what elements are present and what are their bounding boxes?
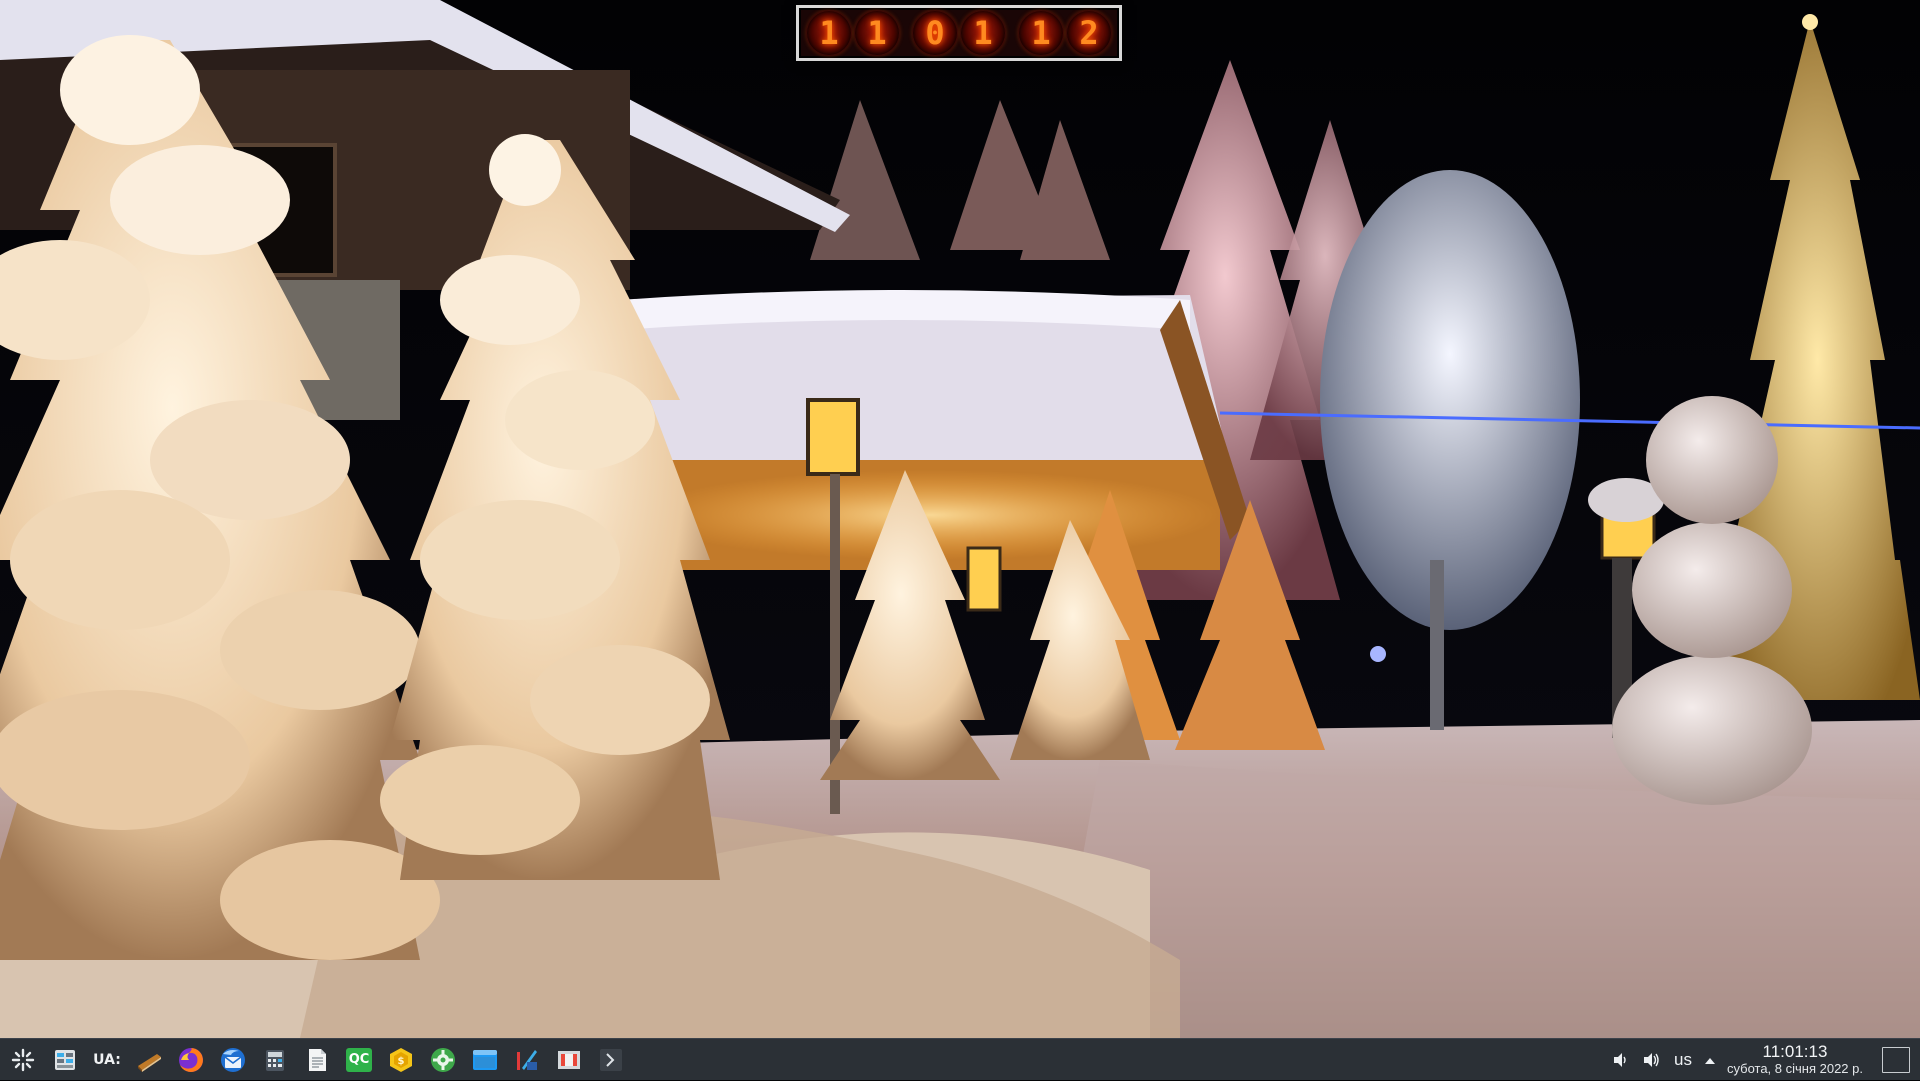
file-manager-button[interactable] xyxy=(466,1041,504,1079)
chevron-up-icon xyxy=(1704,1051,1716,1070)
show-desktop-button[interactable] xyxy=(1882,1047,1910,1073)
digital-clock[interactable]: 11:01:13 субота, 8 січня 2022 р. xyxy=(1720,1041,1870,1079)
nixie-digit: 1 xyxy=(806,10,852,56)
nixie-digit: 1 xyxy=(1018,10,1064,56)
gear-app-button[interactable] xyxy=(424,1041,462,1079)
nixie-digit: 0 xyxy=(912,10,958,56)
terminal-button[interactable] xyxy=(592,1041,630,1079)
image-editor-icon xyxy=(513,1046,541,1074)
qc-app-button[interactable]: QC xyxy=(340,1041,378,1079)
volume-icon xyxy=(1637,1046,1665,1074)
svg-text:$: $ xyxy=(398,1056,405,1067)
calculator-icon xyxy=(261,1046,289,1074)
coin-app-button[interactable]: $ xyxy=(382,1041,420,1079)
volume-button[interactable] xyxy=(1606,1041,1636,1079)
clock-time: 11:01:13 xyxy=(1762,1042,1828,1061)
screenshot-button[interactable] xyxy=(550,1041,588,1079)
taskbar-panel: UA: QC $ us 11:01:13 субота, 8 січня 202… xyxy=(0,1038,1920,1080)
application-launcher-icon xyxy=(9,1046,37,1074)
audio-volume-button[interactable] xyxy=(1636,1041,1666,1079)
firefox-icon xyxy=(177,1046,205,1074)
book-reader-button[interactable] xyxy=(130,1041,168,1079)
nixie-digit: 1 xyxy=(854,10,900,56)
application-launcher-button[interactable] xyxy=(4,1041,42,1079)
coin-app-icon: $ xyxy=(387,1046,415,1074)
screenshot-icon xyxy=(555,1046,583,1074)
clock-date: субота, 8 січня 2022 р. xyxy=(1726,1061,1863,1076)
qc-label: QC xyxy=(346,1047,372,1072)
book-reader-icon xyxy=(135,1046,163,1074)
system-settings-icon xyxy=(51,1046,79,1074)
thunderbird-icon xyxy=(219,1046,247,1074)
firefox-button[interactable] xyxy=(172,1041,210,1079)
calculator-button[interactable] xyxy=(256,1041,294,1079)
system-settings-button[interactable] xyxy=(46,1041,84,1079)
image-editor-button[interactable] xyxy=(508,1041,546,1079)
thunderbird-button[interactable] xyxy=(214,1041,252,1079)
nixie-clock-widget: 1 1 0 1 1 2 xyxy=(796,5,1122,61)
ua-keyboard-button[interactable]: UA: xyxy=(88,1041,126,1079)
system-tray: us 11:01:13 субота, 8 січня 2022 р. xyxy=(1606,1039,1920,1081)
text-editor-button[interactable] xyxy=(298,1041,336,1079)
qc-app-icon: QC xyxy=(345,1046,373,1074)
file-manager-icon xyxy=(471,1046,499,1074)
text-editor-icon xyxy=(303,1046,331,1074)
gear-app-icon xyxy=(429,1046,457,1074)
nixie-digit: 2 xyxy=(1066,10,1112,56)
nixie-digit: 1 xyxy=(960,10,1006,56)
ua-keyboard-icon: UA: xyxy=(93,1051,121,1068)
desktop-wallpaper xyxy=(0,0,1920,1038)
speaker-icon xyxy=(1607,1046,1635,1074)
keyboard-layout-indicator[interactable]: us xyxy=(1666,1041,1700,1079)
terminal-icon xyxy=(597,1046,625,1074)
tray-expand-button[interactable] xyxy=(1700,1041,1720,1079)
